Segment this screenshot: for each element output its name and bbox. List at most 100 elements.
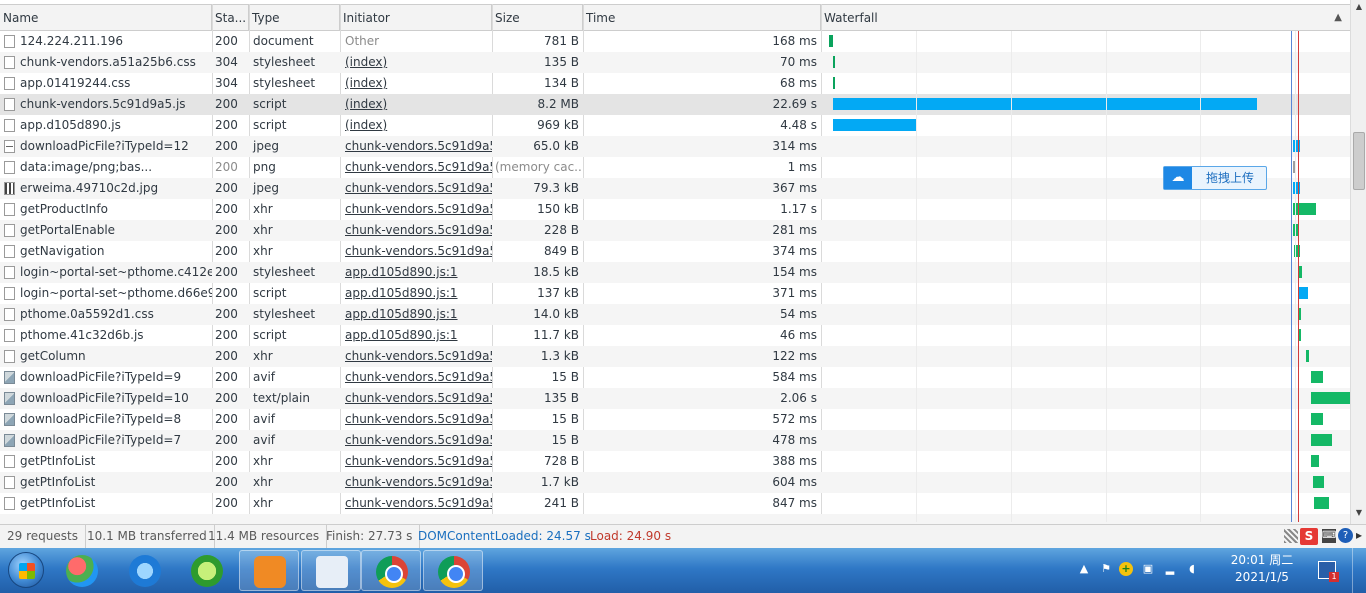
waterfall-bar[interactable] — [1313, 497, 1330, 509]
table-row[interactable]: downloadPicFile?iTypeId=10 200 text/plain c… — [0, 388, 1350, 409]
taskbar-orange-app[interactable] — [239, 550, 299, 591]
keyboard-icon[interactable]: ⌨ — [1322, 529, 1336, 543]
scroll-up-icon[interactable]: ▲ — [1353, 2, 1365, 14]
start-button[interactable] — [0, 548, 48, 593]
tray-expand-icon[interactable]: ▲ — [1077, 562, 1091, 576]
column-header-waterfall[interactable]: Waterfall ▲ — [821, 5, 1350, 31]
taskbar-chrome[interactable] — [361, 550, 421, 591]
table-row[interactable]: getPtInfoList 200 xhr chunk-vendors.5c91d9a… — [0, 493, 1350, 514]
usb-icon[interactable]: ▣ — [1141, 562, 1155, 576]
scrollbar-thumb[interactable] — [1353, 132, 1365, 190]
taskbar-green-app[interactable] — [177, 550, 237, 591]
flag-icon[interactable]: ⚑ — [1099, 562, 1113, 576]
table-row[interactable]: data:image/png;bas... 200 png chunk-vendors… — [0, 157, 1350, 178]
table-row[interactable]: downloadPicFile?iTypeId=7 200 avif chunk-ve… — [0, 430, 1350, 451]
waterfall-bar[interactable] — [1312, 476, 1325, 488]
request-initiator[interactable]: (index) — [340, 73, 492, 94]
waterfall-bar[interactable] — [1311, 371, 1324, 383]
request-initiator[interactable]: chunk-vendors.5c91d9a5... — [340, 241, 492, 262]
table-row[interactable]: login~portal-set~pthome.c412ed...200 styl… — [0, 262, 1350, 283]
waterfall-bar[interactable] — [1311, 413, 1324, 425]
tray-arrow-icon[interactable]: ▸ — [1354, 528, 1364, 543]
waterfall-bar[interactable] — [1299, 266, 1303, 278]
scroll-down-icon[interactable]: ▼ — [1353, 508, 1365, 520]
request-initiator[interactable]: chunk-vendors.5c91d9a5... — [340, 220, 492, 241]
waterfall-bar[interactable] — [1299, 287, 1308, 299]
request-initiator[interactable]: chunk-vendors.5c91d9a5... — [340, 472, 492, 493]
help-icon[interactable]: ? — [1338, 528, 1353, 543]
request-initiator[interactable]: (index) — [340, 94, 492, 115]
waterfall-bar[interactable] — [1292, 140, 1300, 152]
waterfall-bar[interactable] — [1311, 434, 1332, 446]
action-center-icon[interactable]: 1 — [1318, 561, 1339, 582]
table-row[interactable]: getColumn 200 xhr chunk-vendors.5c91d9a5...… — [0, 346, 1350, 367]
table-row[interactable]: downloadPicFile?iTypeId=9 200 avif chunk-ve… — [0, 367, 1350, 388]
column-header-status[interactable]: Sta... — [212, 5, 249, 31]
column-header-initiator[interactable]: Initiator — [340, 5, 492, 31]
volume-icon[interactable]: ◖ — [1185, 562, 1199, 576]
vertical-scrollbar[interactable]: ▲ ▼ — [1350, 0, 1366, 524]
waterfall-bar[interactable] — [1311, 392, 1350, 404]
request-initiator[interactable]: app.d105d890.js:1 — [340, 262, 492, 283]
request-initiator[interactable]: app.d105d890.js:1 — [340, 304, 492, 325]
table-row[interactable]: pthome.0a5592d1.css 200 stylesheet app.d105… — [0, 304, 1350, 325]
request-initiator[interactable]: chunk-vendors.5c91d9a5... — [340, 136, 492, 157]
tray-clock[interactable]: 20:01 周二 2021/1/5 — [1222, 552, 1302, 586]
request-initiator[interactable]: chunk-vendors.5c91d9a5... — [340, 409, 492, 430]
sort-ascending-icon[interactable]: ▲ — [1334, 5, 1342, 31]
waterfall-bar[interactable] — [1306, 350, 1310, 362]
column-header-type[interactable]: Type — [249, 5, 340, 31]
table-row[interactable]: chunk-vendors.5c91d9a5.js 200 script (index… — [0, 94, 1350, 115]
table-row[interactable]: getPtInfoList 200 xhr chunk-vendors.5c91d9a… — [0, 472, 1350, 493]
table-row[interactable]: 124.224.211.196 200 document Other 781 B 168 … — [0, 31, 1350, 52]
request-initiator[interactable]: chunk-vendors.5c91d9a5... — [340, 178, 492, 199]
waterfall-bar[interactable] — [832, 77, 835, 89]
waterfall-bar[interactable] — [1292, 182, 1300, 194]
request-initiator[interactable]: chunk-vendors.5c91d9a5... — [340, 451, 492, 472]
table-row[interactable]: chunk-vendors.a51a25b6.css 304 stylesheet (… — [0, 52, 1350, 73]
table-row[interactable]: getProductInfo 200 xhr chunk-vendors.5c91d9… — [0, 199, 1350, 220]
table-row[interactable]: erweima.49710c2d.jpg 200 jpeg chunk-vendors… — [0, 178, 1350, 199]
column-header-size[interactable]: Size — [492, 5, 583, 31]
taskbar-chrome-2[interactable] — [423, 550, 483, 591]
taskbar-ie[interactable] — [115, 550, 175, 591]
waterfall-bar[interactable] — [833, 119, 918, 131]
table-row[interactable]: login~portal-set~pthome.d66e9c...200 scri… — [0, 283, 1350, 304]
taskbar-paint-app[interactable] — [301, 550, 361, 591]
request-initiator[interactable]: chunk-vendors.5c91d9a5... — [340, 493, 492, 514]
show-desktop-button[interactable] — [1352, 548, 1366, 593]
column-header-name[interactable]: Name — [0, 5, 212, 31]
request-initiator[interactable]: (index) — [340, 115, 492, 136]
waterfall-bar[interactable] — [829, 35, 833, 47]
request-initiator[interactable]: (index) — [340, 52, 492, 73]
waterfall-bar[interactable] — [833, 98, 1258, 110]
column-header-time[interactable]: Time — [583, 5, 821, 31]
add-icon[interactable]: + — [1119, 562, 1133, 576]
network-icon[interactable]: ▂ — [1163, 562, 1177, 576]
request-initiator[interactable]: app.d105d890.js:1 — [340, 283, 492, 304]
taskbar-butterfly-app[interactable] — [52, 550, 112, 591]
request-initiator[interactable]: chunk-vendors.5c91d9a5... — [340, 388, 492, 409]
request-initiator[interactable]: chunk-vendors.5c91d9a5... — [340, 199, 492, 220]
waterfall-bar[interactable] — [832, 56, 835, 68]
request-initiator[interactable]: app.d105d890.js:1 — [340, 325, 492, 346]
table-row[interactable]: app.d105d890.js 200 script (index) 969 kB 4.4… — [0, 115, 1350, 136]
table-row[interactable] — [0, 514, 1350, 524]
table-row[interactable]: downloadPicFile?iTypeId=12 200 jpeg chunk-v… — [0, 136, 1350, 157]
request-initiator[interactable]: chunk-vendors.5c91d9a5... — [340, 157, 492, 178]
table-row[interactable]: getPtInfoList 200 xhr chunk-vendors.5c91d9a… — [0, 451, 1350, 472]
request-initiator[interactable]: chunk-vendors.5c91d9a5... — [340, 430, 492, 451]
waterfall-bar[interactable] — [1311, 455, 1319, 467]
sogou-ime-icon[interactable]: S — [1300, 528, 1318, 545]
waterfall-bar[interactable] — [1299, 329, 1302, 341]
table-row[interactable]: getNavigation 200 xhr chunk-vendors.5c91d9a… — [0, 241, 1350, 262]
table-row[interactable]: pthome.41c32d6b.js 200 script app.d105d890.… — [0, 325, 1350, 346]
waterfall-bar[interactable] — [1299, 308, 1302, 320]
resize-grip-icon[interactable] — [1284, 529, 1298, 543]
table-row[interactable]: app.01419244.css 304 stylesheet (index) 134 … — [0, 73, 1350, 94]
request-initiator[interactable]: chunk-vendors.5c91d9a5... — [340, 367, 492, 388]
table-row[interactable]: getPortalEnable 200 xhr chunk-vendors.5c91d… — [0, 220, 1350, 241]
table-row[interactable]: downloadPicFile?iTypeId=8 200 avif chunk-ve… — [0, 409, 1350, 430]
drag-upload-widget[interactable]: ☁ 拖拽上传 — [1163, 166, 1267, 190]
waterfall-bar[interactable] — [1292, 203, 1316, 215]
